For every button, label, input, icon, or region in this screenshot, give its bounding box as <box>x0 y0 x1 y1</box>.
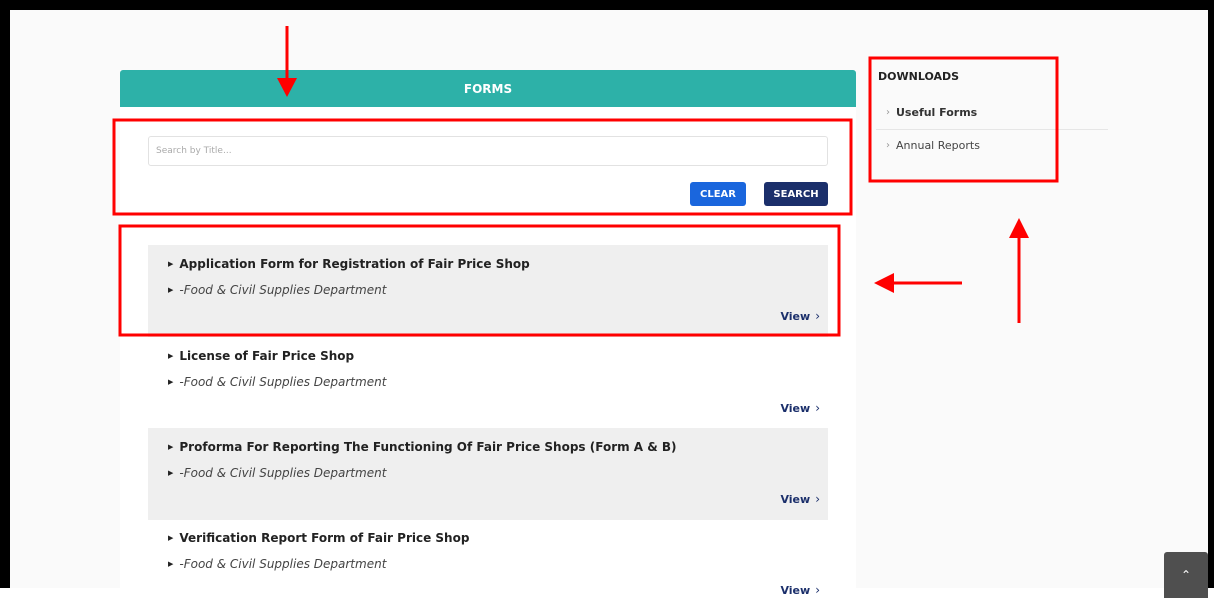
form-item-title-text: License of Fair Price Shop <box>179 349 355 363</box>
sidebar-item-annual-reports[interactable]: › Annual Reports <box>886 139 980 152</box>
page: FORMS CLEAR SEARCH ▶ Application Form fo… <box>10 10 1208 598</box>
clear-button[interactable]: CLEAR <box>690 182 746 206</box>
search-button[interactable]: SEARCH <box>764 182 828 206</box>
triangle-right-icon: ▶ <box>168 534 174 542</box>
forms-header: FORMS <box>120 70 856 107</box>
form-item: ▶ Verification Report Form of Fair Price… <box>148 519 828 611</box>
form-item: ▶ Proforma For Reporting The Functioning… <box>148 428 828 520</box>
form-item: ▶ Application Form for Registration of F… <box>148 245 828 337</box>
chevron-right-icon: › <box>815 492 820 506</box>
triangle-right-icon: ▶ <box>168 560 174 568</box>
divider <box>876 129 1108 130</box>
view-link[interactable]: View › <box>780 309 820 323</box>
form-item-title-text: Verification Report Form of Fair Price S… <box>179 531 470 545</box>
search-input[interactable] <box>148 136 828 166</box>
form-item-title-text: Application Form for Registration of Fai… <box>179 257 530 271</box>
triangle-right-icon: ▶ <box>168 286 174 294</box>
sidebar-item-label: Useful Forms <box>896 106 978 119</box>
triangle-right-icon: ▶ <box>168 260 174 268</box>
form-item-title-text: Proforma For Reporting The Functioning O… <box>179 440 677 454</box>
chevron-right-icon: › <box>815 583 820 597</box>
triangle-right-icon: ▶ <box>168 352 174 360</box>
form-item-department: ▶ -Food & Civil Supplies Department <box>168 557 386 571</box>
sidebar-item-label: Annual Reports <box>896 139 980 152</box>
view-link-label: View <box>780 583 811 597</box>
form-item-department: ▶ -Food & Civil Supplies Department <box>168 283 386 297</box>
forms-header-label: FORMS <box>463 81 513 96</box>
chevron-right-icon: › <box>886 107 890 118</box>
form-item-title: ▶ License of Fair Price Shop <box>168 349 354 363</box>
form-item-department-text: -Food & Civil Supplies Department <box>179 375 387 389</box>
form-item-title: ▶ Proforma For Reporting The Functioning… <box>168 440 677 454</box>
view-link[interactable]: View › <box>780 401 820 415</box>
chevron-right-icon: › <box>815 401 820 415</box>
chevron-right-icon: › <box>815 309 820 323</box>
view-link[interactable]: View › <box>780 583 820 597</box>
form-item-department: ▶ -Food & Civil Supplies Department <box>168 466 386 480</box>
view-link-label: View <box>780 492 811 506</box>
chevron-up-icon: ⌃ <box>1180 568 1192 582</box>
forms-panel: FORMS CLEAR SEARCH ▶ Application Form fo… <box>120 70 856 597</box>
form-item-department: ▶ -Food & Civil Supplies Department <box>168 375 386 389</box>
form-item: ▶ License of Fair Price Shop ▶ -Food & C… <box>148 337 828 429</box>
view-link-label: View <box>780 309 811 323</box>
sidebar-item-useful-forms[interactable]: › Useful Forms <box>886 106 977 119</box>
triangle-right-icon: ▶ <box>168 469 174 477</box>
downloads-title: DOWNLOADS <box>878 70 960 83</box>
form-item-department-text: -Food & Civil Supplies Department <box>179 557 387 571</box>
scroll-to-top-button[interactable]: ⌃ <box>1164 552 1208 598</box>
form-item-department-text: -Food & Civil Supplies Department <box>179 466 387 480</box>
chevron-right-icon: › <box>886 140 890 151</box>
view-link[interactable]: View › <box>780 492 820 506</box>
view-link-label: View <box>780 401 811 415</box>
triangle-right-icon: ▶ <box>168 378 174 386</box>
triangle-right-icon: ▶ <box>168 443 174 451</box>
form-item-title: ▶ Verification Report Form of Fair Price… <box>168 531 469 545</box>
form-item-department-text: -Food & Civil Supplies Department <box>179 283 387 297</box>
form-item-title: ▶ Application Form for Registration of F… <box>168 257 530 271</box>
